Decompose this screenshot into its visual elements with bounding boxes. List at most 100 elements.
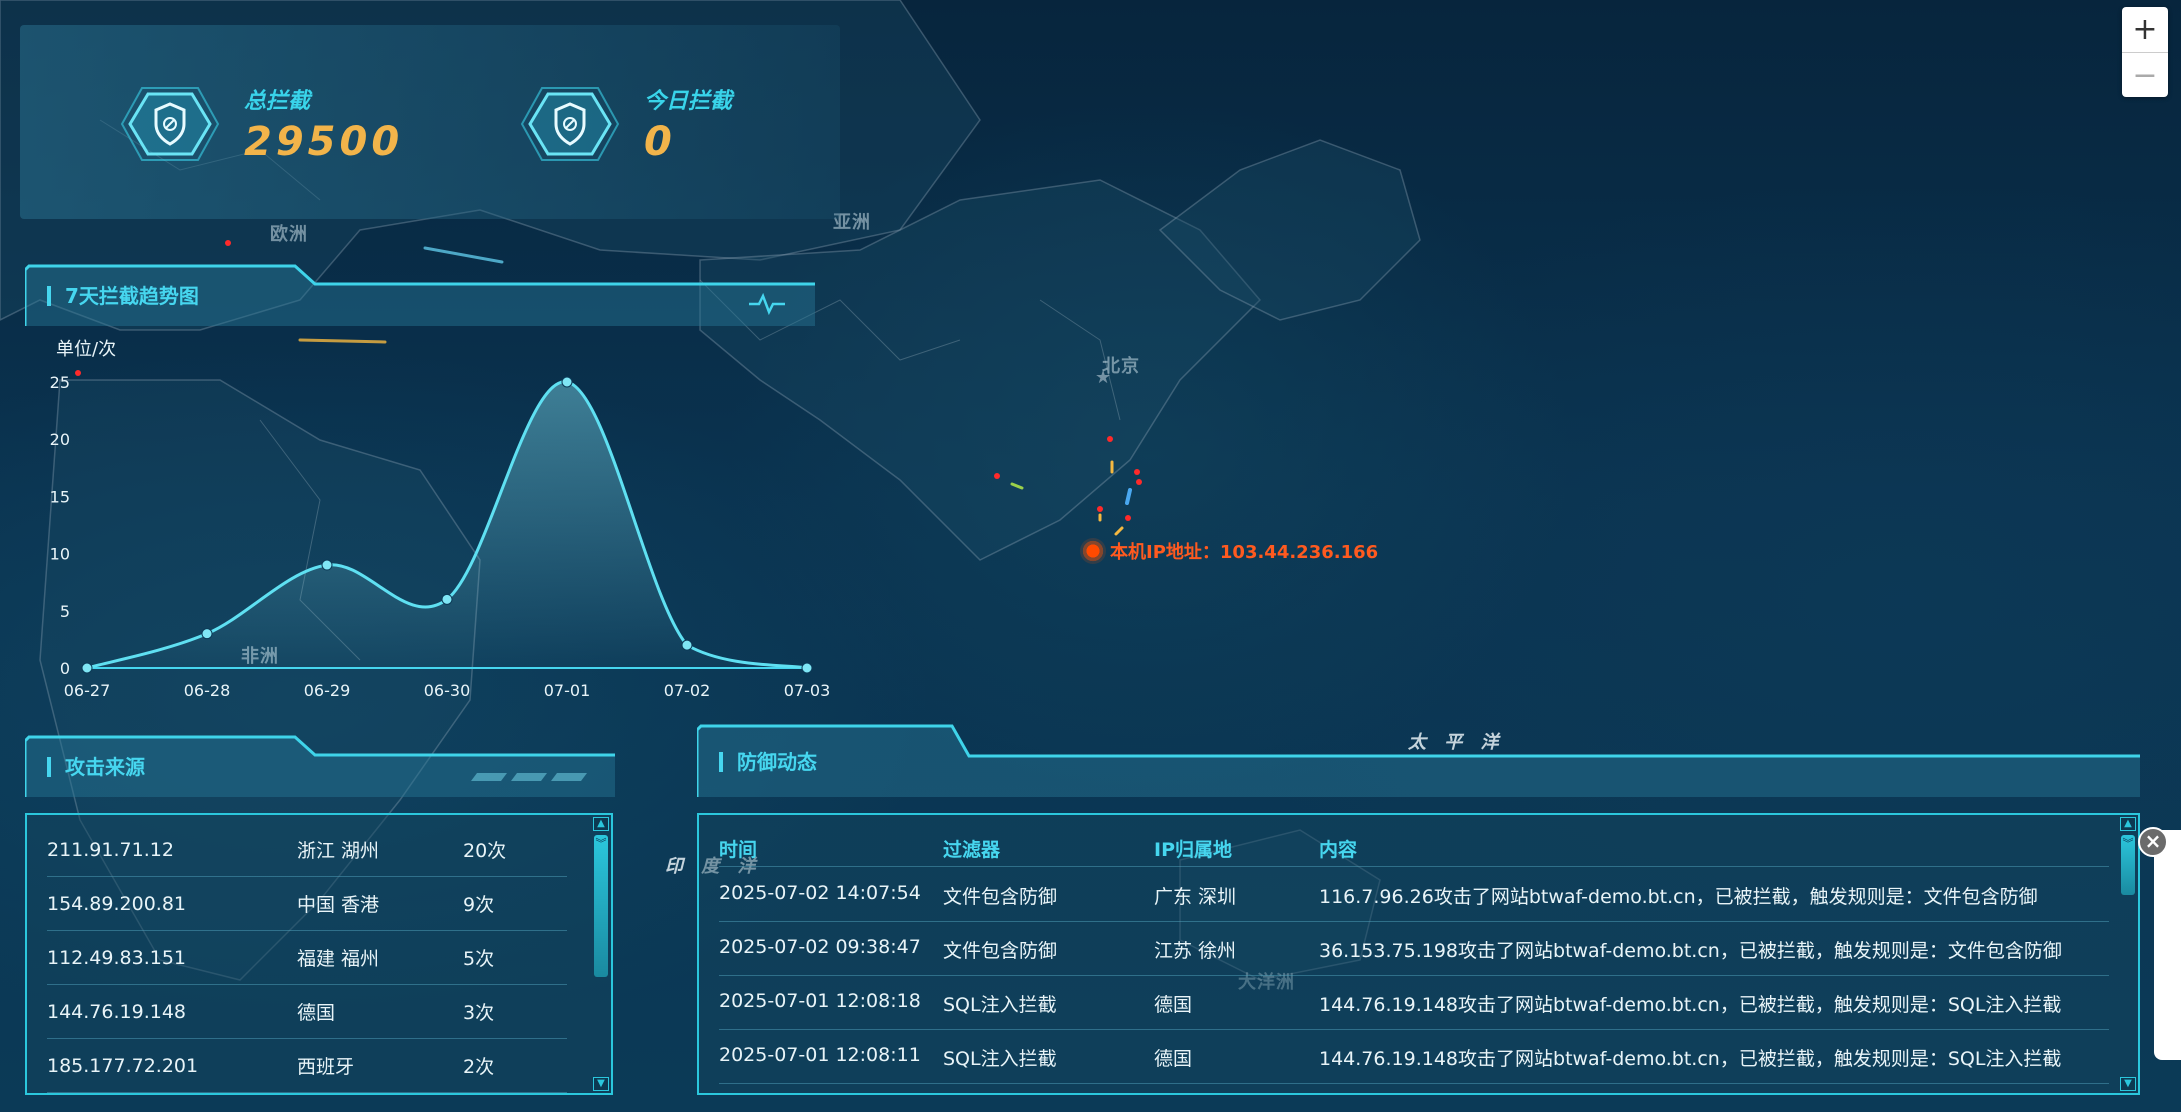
list-item[interactable]: 211.91.71.12 浙江 湖州 20次 bbox=[47, 823, 567, 877]
y-tick-label: 5 bbox=[60, 602, 70, 621]
x-tick-label: 07-02 bbox=[664, 681, 711, 700]
x-tick-label: 06-27 bbox=[64, 681, 111, 700]
chart-point bbox=[561, 376, 573, 388]
total-block-value: 29500 bbox=[244, 119, 404, 165]
chart-point bbox=[321, 559, 333, 571]
source-location: 浙江 湖州 bbox=[297, 840, 380, 862]
y-tick-label: 10 bbox=[50, 545, 70, 564]
source-count: 9次 bbox=[463, 894, 495, 916]
scroll-down-icon[interactable]: ▼ bbox=[593, 1077, 609, 1091]
zoom-in-button[interactable]: + bbox=[2122, 7, 2168, 52]
defense-scrollbar[interactable]: ▲ ︾ ▼ bbox=[2120, 817, 2136, 1091]
trend-chart[interactable]: 单位/次 0 5 10 15 20 25 06-27 06-28 06-29 06-30 07-0… bbox=[40, 330, 840, 700]
source-count: 2次 bbox=[463, 1056, 495, 1078]
row-time: 2025-07-01 12:08:18 bbox=[719, 990, 921, 1012]
pulse-icon bbox=[749, 292, 785, 316]
close-icon[interactable]: × bbox=[2138, 827, 2168, 857]
chart-point bbox=[441, 593, 453, 605]
local-ip-marker[interactable]: 本机IP地址：103.44.236.166 bbox=[1080, 538, 1378, 564]
defense-table-header: 时间 过滤器 IP归属地 内容 bbox=[719, 833, 2109, 867]
local-ip-label: 本机IP地址：103.44.236.166 bbox=[1110, 542, 1379, 563]
scroll-up-icon[interactable]: ▲ bbox=[2120, 817, 2136, 831]
y-tick-label: 20 bbox=[50, 430, 70, 449]
map-label-beijing: 北京 bbox=[1102, 356, 1140, 377]
source-panel-header: 攻击来源 bbox=[25, 735, 615, 797]
scroll-down-icon[interactable]: ▼ bbox=[2120, 1077, 2136, 1091]
row-time: 2025-07-01 12:08:11 bbox=[719, 1044, 921, 1066]
attack-source-list[interactable]: 211.91.71.12 浙江 湖州 20次 154.89.200.81 中国 香港 9次… bbox=[25, 813, 613, 1095]
today-block-value: 0 bbox=[644, 119, 676, 165]
row-content: 144.76.19.148攻击了网站btwaf-demo.bt.cn，已被拦截，… bbox=[1319, 1048, 2062, 1070]
side-widget[interactable] bbox=[2154, 830, 2181, 1060]
today-block-stat: 今日拦截 0 bbox=[520, 83, 732, 165]
source-location: 中国 香港 bbox=[297, 894, 380, 916]
list-item[interactable]: 154.89.200.81 中国 香港 9次 bbox=[47, 877, 567, 931]
x-tick-label: 06-30 bbox=[424, 681, 471, 700]
defense-table[interactable]: 时间 过滤器 IP归属地 内容 2025-07-02 14:07:54 文件包含防… bbox=[697, 813, 2140, 1095]
zoom-out-button[interactable]: − bbox=[2122, 52, 2168, 97]
row-filter: SQL注入拦截 bbox=[943, 1048, 1057, 1070]
defense-panel-title: 防御动态 bbox=[719, 752, 817, 772]
trend-panel-title: 7天拦截趋势图 bbox=[47, 286, 199, 306]
source-ip: 211.91.71.12 bbox=[47, 838, 174, 861]
source-location: 福建 福州 bbox=[297, 948, 380, 970]
source-location: 西班牙 bbox=[297, 1056, 355, 1078]
source-ip: 185.177.72.201 bbox=[47, 1054, 199, 1077]
chart-point bbox=[81, 662, 93, 674]
row-location: 江苏 徐州 bbox=[1154, 940, 1237, 962]
x-tick-label: 06-29 bbox=[304, 681, 351, 700]
source-scrollbar[interactable]: ▲ ︾ ▼ bbox=[593, 817, 609, 1091]
list-item[interactable]: 144.76.19.148 德国 3次 bbox=[47, 985, 567, 1039]
col-content: 内容 bbox=[1319, 839, 1358, 861]
row-content: 116.7.96.26攻击了网站btwaf-demo.bt.cn，已被拦截，触发… bbox=[1319, 886, 2038, 908]
row-time: 2025-07-02 09:38:47 bbox=[719, 936, 921, 958]
trend-panel-header: 7天拦截趋势图 bbox=[25, 264, 815, 326]
row-filter: SQL注入拦截 bbox=[943, 994, 1057, 1016]
source-ip: 112.49.83.151 bbox=[47, 946, 187, 969]
source-ip: 144.76.19.148 bbox=[47, 1000, 187, 1023]
total-block-label: 总拦截 bbox=[244, 89, 311, 114]
x-tick-label: 07-01 bbox=[544, 681, 591, 700]
col-filter: 过滤器 bbox=[943, 839, 1001, 861]
col-ip-location: IP归属地 bbox=[1154, 839, 1232, 861]
defense-panel-header: 防御动态 bbox=[697, 722, 2140, 797]
row-content: 144.76.19.148攻击了网站btwaf-demo.bt.cn，已被拦截，… bbox=[1319, 994, 2062, 1016]
map-label-europe: 欧洲 bbox=[270, 224, 308, 245]
chart-point bbox=[801, 662, 813, 674]
row-location: 德国 bbox=[1154, 1048, 1193, 1070]
chart-ylabel: 单位/次 bbox=[56, 339, 116, 360]
source-ip: 154.89.200.81 bbox=[47, 892, 187, 915]
source-panel-title: 攻击来源 bbox=[47, 757, 145, 777]
stats-panel: 总拦截 29500 今日拦截 0 bbox=[20, 25, 840, 219]
row-location: 德国 bbox=[1154, 994, 1193, 1016]
list-item[interactable]: 112.49.83.151 福建 福州 5次 bbox=[47, 931, 567, 985]
table-row[interactable]: 2025-07-01 12:08:18 SQL注入拦截 德国 144.76.19.14… bbox=[719, 976, 2109, 1030]
zoom-control: + − bbox=[2122, 7, 2168, 97]
total-block-stat: 总拦截 29500 bbox=[120, 83, 403, 165]
row-filter: 文件包含防御 bbox=[943, 940, 1058, 962]
shield-icon bbox=[120, 87, 220, 161]
scroll-up-icon[interactable]: ▲ bbox=[593, 817, 609, 831]
scroll-thumb[interactable]: ︾ bbox=[2121, 835, 2135, 895]
table-row[interactable]: 2025-07-02 14:07:54 文件包含防御 广东 深圳 116.7.96.2… bbox=[719, 868, 2109, 922]
chart-y-ticks: 0 5 10 15 20 25 bbox=[50, 373, 70, 678]
row-filter: 文件包含防御 bbox=[943, 886, 1058, 908]
table-row[interactable]: 2025-07-02 09:38:47 文件包含防御 江苏 徐州 36.153.75.… bbox=[719, 922, 2109, 976]
row-content: 36.153.75.198攻击了网站btwaf-demo.bt.cn，已被拦截，… bbox=[1319, 940, 2062, 962]
y-tick-label: 0 bbox=[60, 659, 70, 678]
col-time: 时间 bbox=[719, 839, 758, 861]
source-count: 5次 bbox=[463, 948, 495, 970]
shield-icon bbox=[520, 87, 620, 161]
scroll-thumb[interactable]: ︾ bbox=[594, 835, 608, 977]
list-item[interactable]: 185.177.72.201 西班牙 2次 bbox=[47, 1039, 567, 1093]
x-tick-label: 07-03 bbox=[784, 681, 831, 700]
chart-point bbox=[681, 639, 693, 651]
row-time: 2025-07-02 14:07:54 bbox=[719, 882, 921, 904]
source-count: 20次 bbox=[463, 840, 507, 862]
table-row[interactable]: 2025-07-01 12:08:11 SQL注入拦截 德国 144.76.19.14… bbox=[719, 1030, 2109, 1084]
location-pin-icon bbox=[1080, 538, 1106, 564]
source-location: 德国 bbox=[297, 1002, 336, 1024]
y-tick-label: 25 bbox=[50, 373, 70, 392]
x-tick-label: 06-28 bbox=[184, 681, 231, 700]
y-tick-label: 15 bbox=[50, 487, 70, 506]
